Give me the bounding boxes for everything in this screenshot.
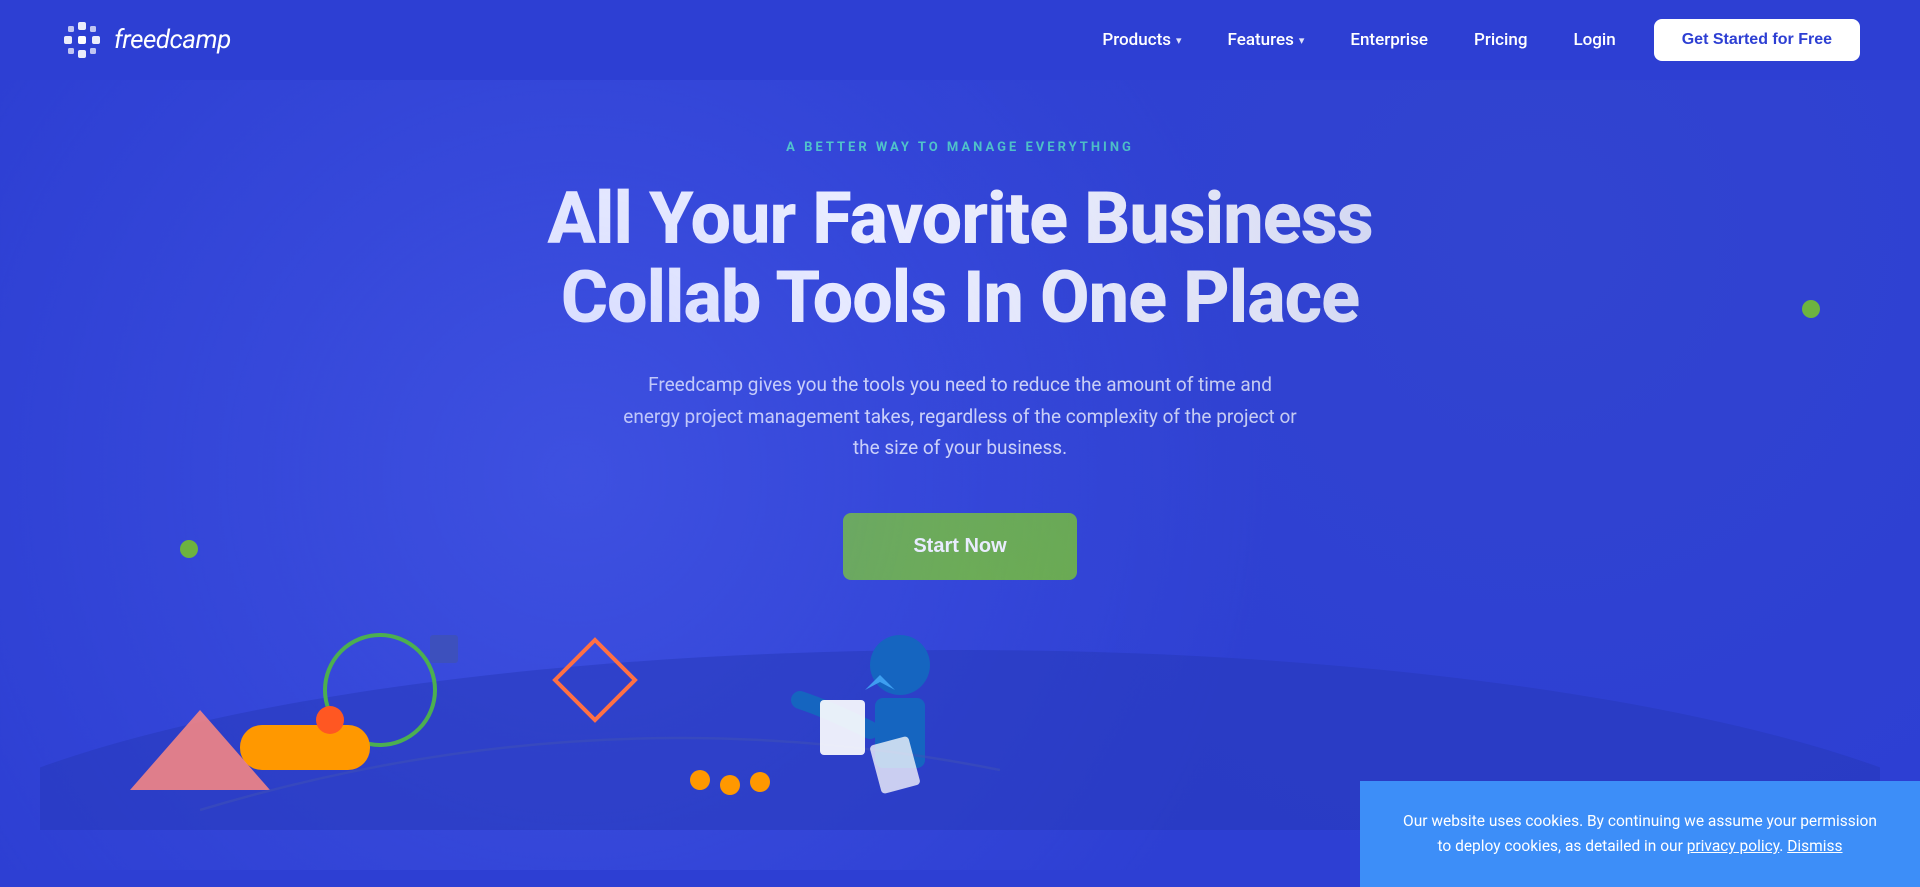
logo-icon: [60, 18, 104, 62]
privacy-policy-link[interactable]: privacy policy: [1687, 837, 1780, 855]
cookie-dismiss-button[interactable]: Dismiss: [1787, 837, 1842, 855]
hero-start-now-button[interactable]: Start Now: [843, 513, 1076, 580]
nav-login-link[interactable]: Login: [1555, 22, 1633, 58]
nav-item-enterprise[interactable]: Enterprise: [1332, 22, 1446, 58]
nav-item-products[interactable]: Products ▾: [1084, 22, 1199, 58]
nav-item-pricing[interactable]: Pricing: [1456, 22, 1546, 58]
hero-title: All Your Favorite Business Collab Tools …: [547, 179, 1372, 337]
decorative-dot-right: [1802, 300, 1820, 318]
logo-text: freedcamp: [114, 25, 231, 55]
nav-item-features[interactable]: Features ▾: [1210, 22, 1323, 58]
chevron-down-icon: ▾: [1176, 34, 1182, 47]
hero-eyebrow: A BETTER WAY TO MANAGE EVERYTHING: [786, 140, 1134, 155]
decorative-dot-left: [180, 540, 198, 558]
cookie-text: Our website uses cookies. By continuing …: [1396, 809, 1884, 859]
navbar: freedcamp Products ▾ Features ▾ Enterpri…: [0, 0, 1920, 80]
hero-subtitle: Freedcamp gives you the tools you need t…: [620, 369, 1300, 463]
nav-links: Products ▾ Features ▾ Enterprise Pricing…: [1084, 19, 1860, 61]
hero-section: A BETTER WAY TO MANAGE EVERYTHING All Yo…: [0, 80, 1920, 870]
chevron-down-icon: ▾: [1299, 34, 1305, 47]
cookie-banner: Our website uses cookies. By continuing …: [1360, 781, 1920, 887]
nav-get-started-button[interactable]: Get Started for Free: [1654, 19, 1860, 61]
logo-link[interactable]: freedcamp: [60, 18, 231, 62]
